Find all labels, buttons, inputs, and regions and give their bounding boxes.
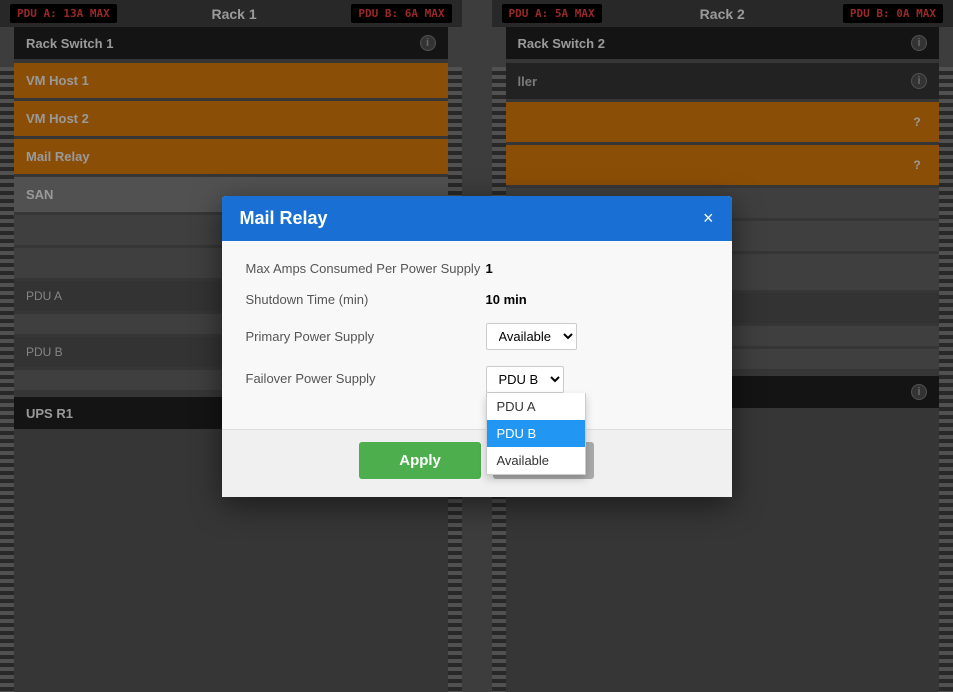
mail-relay-modal: Mail Relay × Max Amps Consumed Per Power… <box>222 196 732 497</box>
failover-power-select[interactable]: PDU B <box>486 366 564 393</box>
dropdown-option-pdub[interactable]: PDU B <box>487 420 585 447</box>
shutdown-row: Shutdown Time (min) 10 min <box>246 292 708 307</box>
primary-power-select[interactable]: Available <box>486 323 577 350</box>
failover-label: Failover Power Supply <box>246 366 486 386</box>
modal-title: Mail Relay <box>240 208 328 229</box>
dropdown-option-available[interactable]: Available <box>487 447 585 474</box>
max-amps-value: 1 <box>486 261 493 276</box>
modal-close-button[interactable]: × <box>703 209 714 227</box>
modal-header: Mail Relay × <box>222 196 732 241</box>
modal-overlay: Mail Relay × Max Amps Consumed Per Power… <box>0 0 953 692</box>
failover-row: Failover Power Supply PDU B PDU A PDU B … <box>246 366 708 393</box>
shutdown-label: Shutdown Time (min) <box>246 292 486 307</box>
modal-body: Max Amps Consumed Per Power Supply 1 Shu… <box>222 241 732 429</box>
primary-label: Primary Power Supply <box>246 329 486 344</box>
failover-dropdown-open: PDU A PDU B Available <box>486 393 586 475</box>
max-amps-row: Max Amps Consumed Per Power Supply 1 <box>246 261 708 276</box>
max-amps-label: Max Amps Consumed Per Power Supply <box>246 261 486 276</box>
main-container: PDU A: 13A MAX Rack 1 PDU B: 6A MAX Rack… <box>0 0 953 692</box>
dropdown-option-pdua[interactable]: PDU A <box>487 393 585 420</box>
apply-button[interactable]: Apply <box>359 442 481 479</box>
primary-row: Primary Power Supply Available <box>246 323 708 350</box>
shutdown-value: 10 min <box>486 292 527 307</box>
modal-footer: Apply Reset <box>222 429 732 497</box>
failover-dropdown-container: PDU B PDU A PDU B Available <box>486 366 564 393</box>
